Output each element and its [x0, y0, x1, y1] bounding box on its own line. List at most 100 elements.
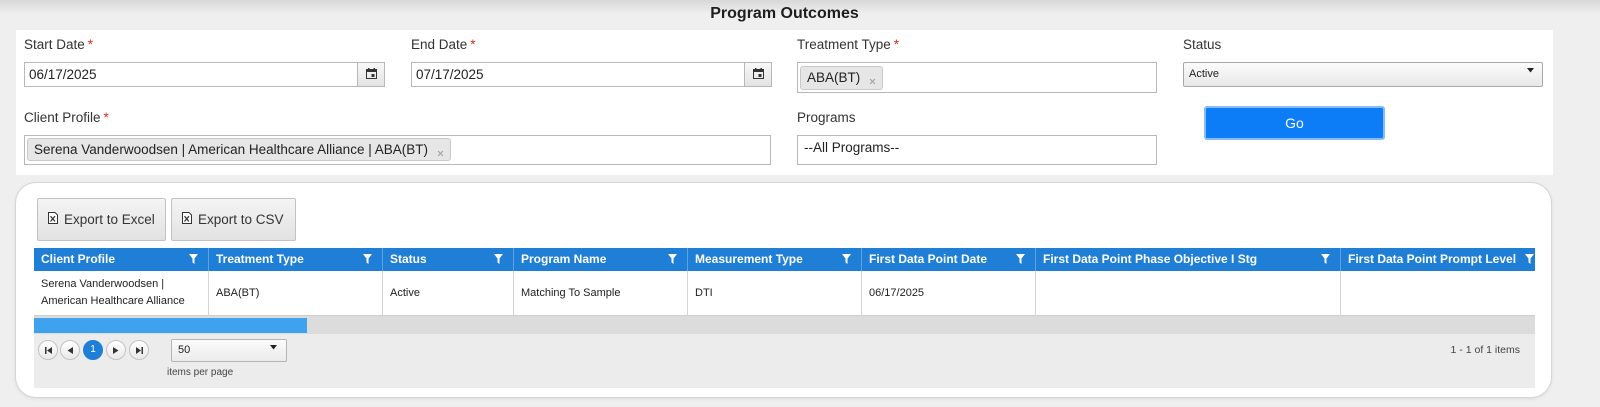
pager: 1 50 items per page 1 - 1 of 1 items [34, 334, 1535, 388]
cell-text: Active [390, 286, 420, 299]
column-header-label: Status [390, 252, 427, 266]
pager-summary: 1 - 1 of 1 items [1450, 344, 1520, 356]
export-csv-button[interactable]: Export to CSV [171, 198, 296, 241]
cell-client-profile: Serena Vanderwoodsen | American Healthca… [34, 271, 209, 315]
programs-label: Programs [797, 110, 856, 125]
end-date-label: End Date * [411, 37, 476, 53]
chevron-down-icon [270, 345, 277, 350]
pager-next-button[interactable] [106, 340, 126, 360]
pager-first-button[interactable] [38, 340, 58, 360]
cell-status: Active [383, 271, 514, 315]
pager-page-button[interactable]: 1 [83, 340, 103, 360]
status-select[interactable]: Active [1183, 62, 1543, 87]
column-header-phase-objective[interactable]: First Data Point Phase Objective I Stg [1036, 248, 1341, 271]
client-profile-label-text: Client Profile [24, 110, 101, 125]
filter-icon[interactable] [1321, 254, 1330, 264]
pager-previous-button[interactable] [60, 340, 80, 360]
tag-label: ABA(BT) [807, 70, 861, 85]
treatment-type-label-text: Treatment Type [797, 37, 891, 52]
results-grid: Client Profile Treatment Type Status Pro… [34, 248, 1535, 388]
cell-prompt-level [1341, 271, 1535, 315]
programs-select[interactable]: --All Programs-- [797, 135, 1157, 165]
calendar-icon [365, 68, 377, 79]
required-marker: * [87, 37, 94, 52]
previous-page-icon [67, 346, 73, 354]
column-header-prompt-level[interactable]: First Data Point Prompt Level [1341, 248, 1535, 271]
start-date-label-text: Start Date [24, 37, 85, 52]
chevron-down-icon [1527, 68, 1534, 73]
filter-icon[interactable] [189, 254, 198, 264]
table-row[interactable]: Serena Vanderwoodsen | American Healthca… [34, 271, 1535, 316]
grid-header: Client Profile Treatment Type Status Pro… [34, 248, 1535, 271]
close-icon[interactable] [437, 142, 444, 157]
cell-phase-objective [1036, 271, 1341, 315]
cell-first-data-point-date: 06/17/2025 [862, 271, 1036, 315]
column-header-label: First Data Point Date [869, 252, 988, 266]
required-marker: * [103, 110, 109, 125]
end-date-label-text: End Date [411, 37, 468, 52]
page-size-select[interactable]: 50 [171, 339, 287, 362]
column-header-client-profile[interactable]: Client Profile [34, 248, 209, 271]
status-label: Status [1183, 37, 1222, 52]
filter-icon[interactable] [1016, 254, 1025, 264]
column-header-label: Program Name [521, 252, 607, 266]
cell-measurement-type: DTI [688, 271, 862, 315]
client-profile-label: Client Profile * [24, 110, 109, 126]
end-date-input[interactable]: 07/17/2025 [411, 62, 745, 87]
column-header-label: Treatment Type [216, 252, 304, 266]
cell-text: ABA(BT) [216, 286, 260, 299]
end-date-value: 07/17/2025 [416, 67, 484, 82]
start-date-calendar-button[interactable] [358, 62, 385, 87]
filter-icon[interactable] [494, 254, 503, 264]
column-header-status[interactable]: Status [383, 248, 514, 271]
cell-text: Matching To Sample [521, 286, 621, 299]
scrollbar-thumb[interactable] [34, 318, 307, 333]
column-header-label: First Data Point Prompt Level [1348, 252, 1517, 266]
cell-text: Serena Vanderwoodsen | American Healthca… [41, 278, 185, 307]
tag-label: Serena Vanderwoodsen | American Healthca… [34, 142, 428, 157]
filter-icon[interactable] [842, 254, 851, 264]
results-panel: Export to Excel Export to CSV Client Pro… [16, 183, 1551, 397]
client-profile-tag[interactable]: Serena Vanderwoodsen | American Healthca… [27, 138, 451, 161]
client-profile-multiselect[interactable]: Serena Vanderwoodsen | American Healthca… [24, 135, 771, 165]
start-date-value: 06/17/2025 [29, 67, 97, 82]
required-marker: * [470, 37, 476, 52]
start-date-input[interactable]: 06/17/2025 [24, 62, 358, 87]
required-marker: * [893, 37, 900, 52]
calendar-icon [752, 68, 764, 79]
export-excel-label: Export to Excel [64, 212, 155, 227]
filter-icon[interactable] [363, 254, 372, 264]
excel-file-icon [48, 212, 58, 224]
treatment-type-label: Treatment Type * [797, 37, 899, 53]
column-header-treatment-type[interactable]: Treatment Type [209, 248, 383, 271]
cell-program-name: Matching To Sample [514, 271, 688, 315]
excel-file-icon [182, 212, 192, 224]
page-size-value: 50 [178, 344, 191, 356]
programs-selected-value: --All Programs-- [804, 140, 900, 155]
treatment-type-multiselect[interactable]: ABA(BT) [797, 62, 1157, 93]
treatment-type-tag[interactable]: ABA(BT) [800, 66, 884, 90]
column-header-measurement-type[interactable]: Measurement Type [688, 248, 862, 271]
column-header-label: Measurement Type [695, 252, 803, 266]
pager-last-button[interactable] [129, 340, 149, 360]
cell-text: DTI [695, 286, 713, 299]
column-header-label: First Data Point Phase Objective I Stg [1043, 252, 1258, 266]
column-header-first-data-point-date[interactable]: First Data Point Date [862, 248, 1036, 271]
go-button[interactable]: Go [1204, 106, 1385, 140]
items-per-page-label: items per page [167, 367, 234, 378]
next-page-icon [113, 346, 119, 354]
cell-text: 06/17/2025 [869, 286, 925, 299]
close-icon[interactable] [869, 70, 876, 85]
column-header-program-name[interactable]: Program Name [514, 248, 688, 271]
filter-icon[interactable] [1525, 254, 1534, 264]
horizontal-scrollbar[interactable] [34, 316, 1535, 334]
end-date-calendar-button[interactable] [745, 62, 772, 87]
export-excel-button[interactable]: Export to Excel [37, 198, 166, 241]
first-page-icon [44, 346, 52, 354]
page-title: Program Outcomes [710, 5, 859, 22]
filter-panel: Start Date * 06/17/2025 End Date * 07/17/2… [16, 30, 1553, 175]
filter-icon[interactable] [668, 254, 677, 264]
start-date-label: Start Date * [24, 37, 93, 53]
last-page-icon [135, 346, 143, 354]
export-csv-label: Export to CSV [198, 212, 284, 227]
